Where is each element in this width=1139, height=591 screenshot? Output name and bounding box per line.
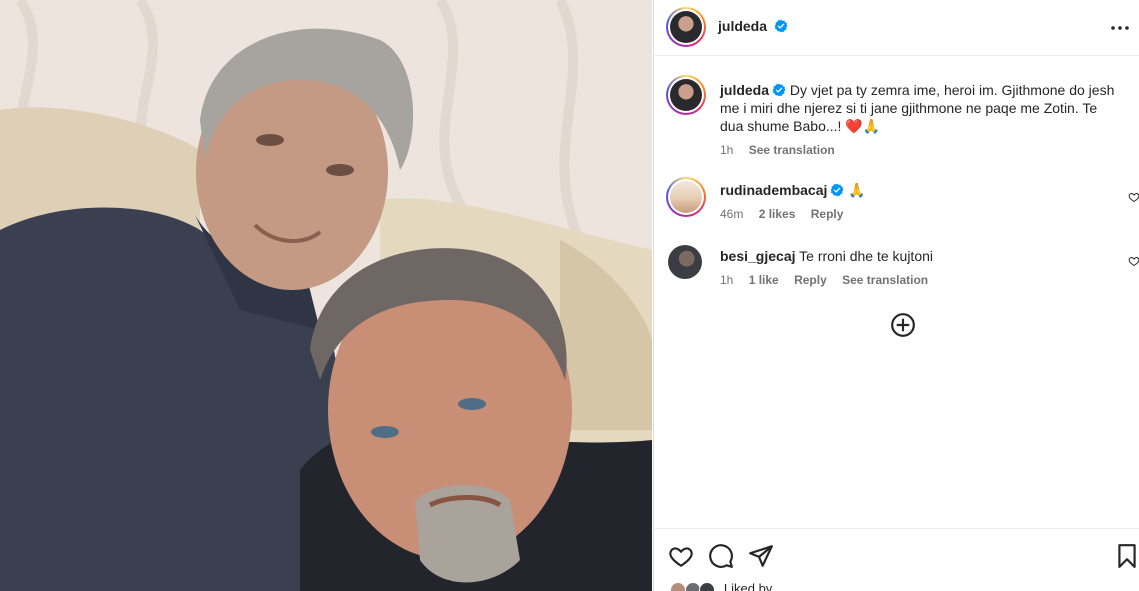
header-username[interactable]: juldeda	[718, 18, 767, 34]
liker-avatar	[684, 581, 701, 591]
comment-username[interactable]: rudinadembacaj	[720, 182, 827, 198]
comment-avatar[interactable]	[666, 177, 706, 217]
comment-reply-button[interactable]: Reply	[811, 207, 844, 221]
bookmark-icon[interactable]	[1114, 543, 1139, 569]
comment-likes[interactable]: 2 likes	[759, 207, 796, 221]
header-username-row: juldeda	[718, 18, 788, 36]
liked-by-row: Liked by	[670, 581, 772, 591]
liked-by-text: Liked by	[723, 581, 773, 591]
comment-body: rudinadembacaj 🙏	[720, 181, 1120, 199]
more-horizontal-icon[interactable]	[1108, 16, 1132, 40]
comment-text: 🙏	[848, 182, 866, 198]
caption-body: juldeda Dy vjet pa ty zemra ime, heroi i…	[720, 81, 1120, 135]
liker-avatar	[670, 581, 686, 591]
photo-illustration	[0, 0, 652, 591]
verified-badge-icon	[830, 183, 844, 197]
heart-icon[interactable]	[668, 543, 694, 569]
comment-reply-button[interactable]: Reply	[794, 273, 827, 287]
caption-meta: 1h See translation	[720, 143, 847, 157]
caption-emojis: ❤️🙏	[845, 118, 881, 134]
comment-time[interactable]: 1h	[720, 273, 733, 287]
caption-see-translation[interactable]: See translation	[749, 143, 835, 157]
post-actions-bar: Liked by	[654, 528, 1139, 591]
comment-meta: 1h 1 like Reply See translation	[720, 273, 940, 287]
comment-likes[interactable]: 1 like	[749, 273, 779, 287]
liker-avatar	[699, 581, 716, 591]
comment-see-translation[interactable]: See translation	[842, 273, 928, 287]
comment-body: besi_gjecaj Te rroni dhe te kujtoni	[720, 247, 1120, 265]
post-photo[interactable]	[0, 0, 652, 591]
comment-item: besi_gjecaj Te rroni dhe te kujtoni 1h 1…	[666, 245, 1139, 295]
post-caption: juldeda Dy vjet pa ty zemra ime, heroi i…	[666, 75, 1139, 157]
comment-avatar[interactable]	[668, 245, 708, 285]
comment-time[interactable]: 46m	[720, 207, 743, 221]
header-avatar[interactable]	[666, 7, 706, 47]
comment-item: rudinadembacaj 🙏 46m 2 likes Reply	[666, 177, 1139, 227]
caption-username[interactable]: juldeda	[720, 82, 769, 98]
comment-text: Te rroni dhe te kujtoni	[799, 248, 933, 264]
caption-time[interactable]: 1h	[720, 143, 733, 157]
post-header: juldeda	[654, 0, 1139, 56]
post-side-panel: juldeda juldeda Dy vjet pa ty zemra ime,…	[653, 0, 1139, 591]
heart-icon[interactable]	[1128, 191, 1139, 203]
verified-badge-icon	[775, 19, 788, 33]
send-icon[interactable]	[748, 543, 774, 569]
heart-icon[interactable]	[1128, 255, 1139, 267]
caption-avatar[interactable]	[666, 75, 706, 115]
comment-meta: 46m 2 likes Reply	[720, 207, 855, 221]
comment-username[interactable]: besi_gjecaj	[720, 248, 796, 264]
plus-circle-icon[interactable]	[890, 312, 916, 338]
comment-icon[interactable]	[708, 543, 734, 569]
verified-badge-icon	[772, 83, 786, 97]
